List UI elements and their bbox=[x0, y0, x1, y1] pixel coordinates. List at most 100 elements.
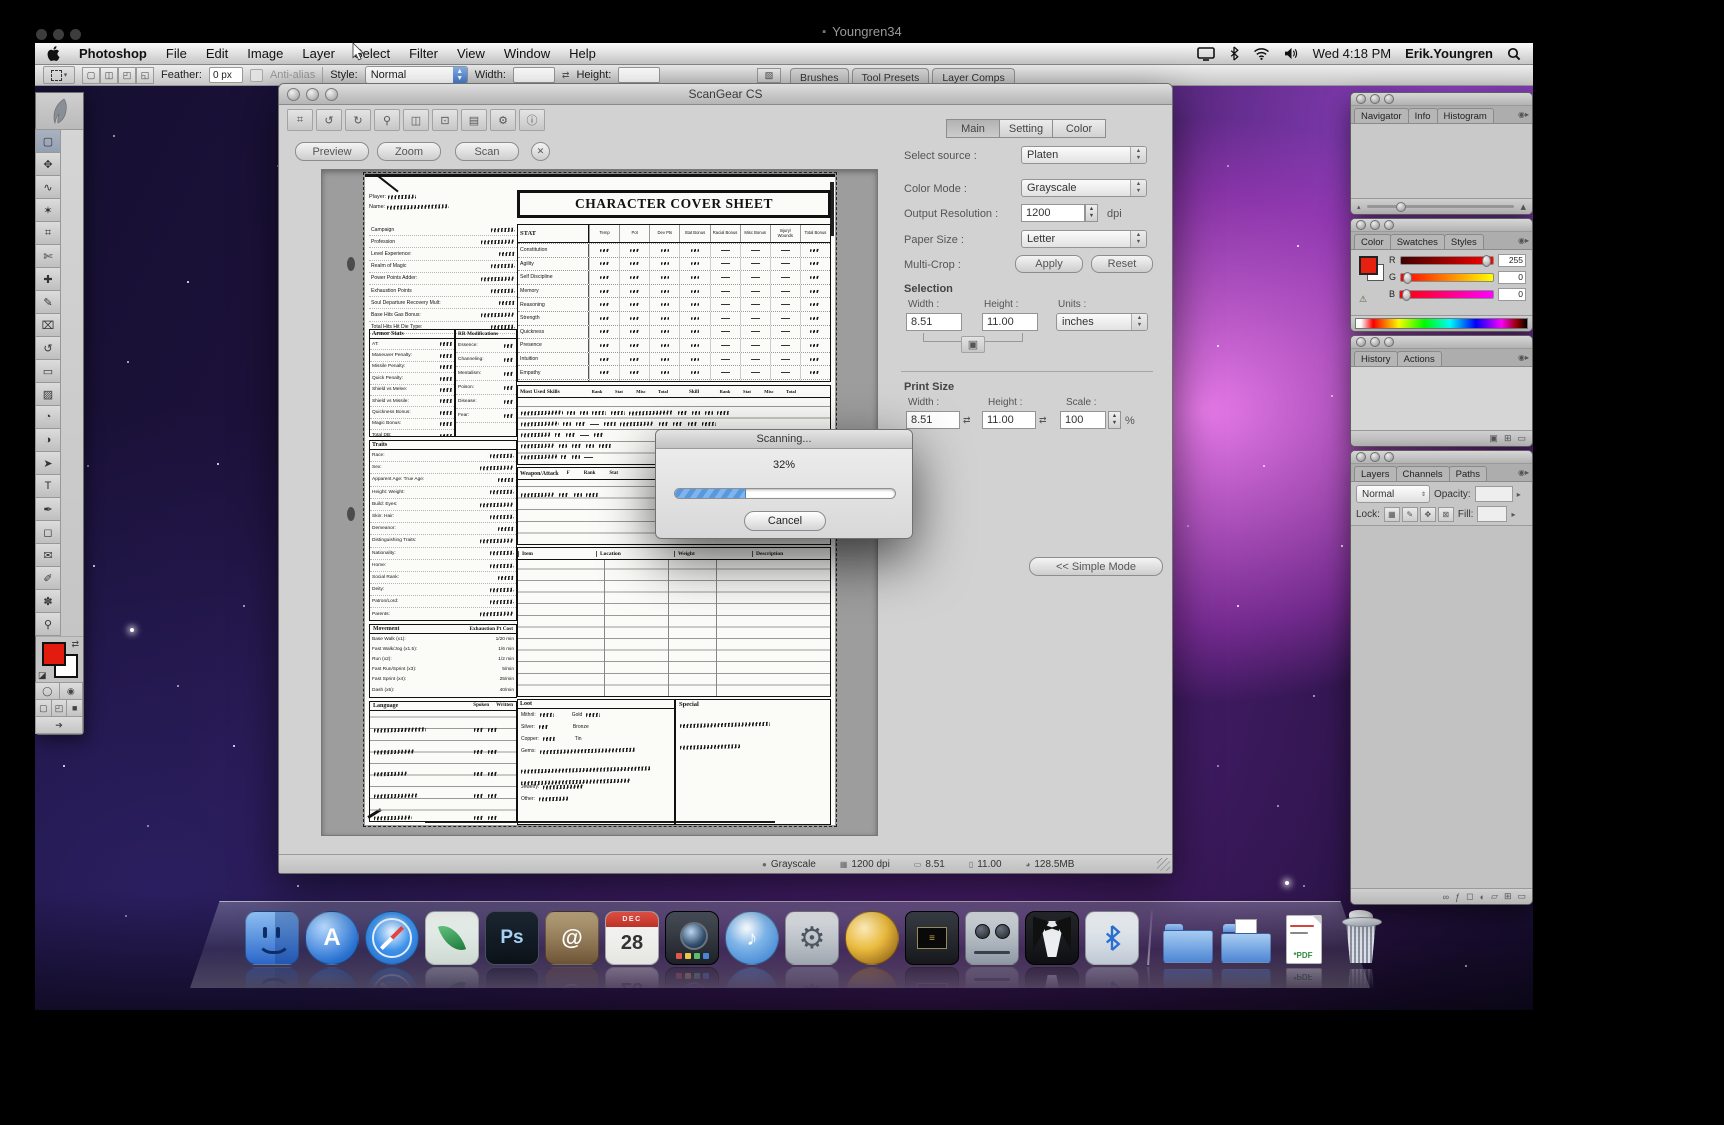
palette-minimize-icon[interactable] bbox=[1370, 337, 1380, 347]
blur-tool[interactable]: ◔ bbox=[35, 405, 61, 429]
leaf-editor-dock-icon[interactable] bbox=[425, 911, 479, 965]
opacity-field[interactable] bbox=[1474, 486, 1513, 502]
red-value[interactable]: 255 bbox=[1498, 253, 1526, 267]
palette-tab[interactable]: Layers bbox=[1354, 466, 1397, 481]
color-mode-dropdown[interactable]: Grayscale ▲ ▼ bbox=[1021, 179, 1147, 197]
scangear-tab[interactable]: Color bbox=[1052, 119, 1106, 138]
zoom-button[interactable]: Zoom bbox=[377, 142, 441, 161]
toolbox-header[interactable] bbox=[36, 93, 83, 130]
print-scale-input[interactable]: 100 bbox=[1060, 411, 1106, 429]
standard-mode-button[interactable]: ◯ bbox=[35, 682, 60, 700]
volume-menu-icon[interactable] bbox=[1284, 47, 1299, 60]
app-store-dock-icon[interactable]: A bbox=[305, 911, 359, 965]
scangear-tab[interactable]: Setting bbox=[999, 119, 1053, 138]
lock-transparency-icon[interactable]: ▦ bbox=[1383, 506, 1400, 522]
selection-height-input[interactable]: 11.00 bbox=[982, 313, 1038, 331]
folder-dock-icon[interactable] bbox=[1161, 913, 1213, 965]
palette-zoom-icon[interactable] bbox=[1384, 94, 1394, 104]
palette-tab[interactable]: Color bbox=[1354, 234, 1391, 249]
delete-state-icon[interactable]: ▭ bbox=[1517, 433, 1526, 444]
palette-tab[interactable]: Histogram bbox=[1436, 108, 1494, 123]
dodge-tool[interactable]: ◑ bbox=[35, 428, 61, 452]
new-layer-icon[interactable]: ⊞ bbox=[1504, 891, 1512, 902]
palette-tab[interactable]: History bbox=[1354, 351, 1398, 366]
zoom-in-mountain-icon[interactable]: ▴ bbox=[1520, 200, 1526, 213]
new-selection-icon[interactable]: ▢ bbox=[82, 66, 100, 84]
navigator-proxy-area[interactable] bbox=[1351, 124, 1532, 198]
eraser-tool[interactable]: ▭ bbox=[35, 359, 61, 383]
ical-dock-icon[interactable]: DEC 28 bbox=[605, 911, 659, 965]
healing-brush-tool[interactable]: ✚ bbox=[35, 267, 61, 291]
palette-menu-icon[interactable]: ◉▸ bbox=[1518, 353, 1529, 362]
cancel-scan-icon[interactable]: ✕ bbox=[531, 142, 550, 161]
palette-menu-icon[interactable]: ◉▸ bbox=[1518, 236, 1529, 245]
ruler-icon[interactable]: ▤ bbox=[461, 109, 487, 131]
palette-menu-icon[interactable]: ◉▸ bbox=[1518, 110, 1529, 119]
photoshop-dock-icon[interactable]: Ps bbox=[485, 911, 539, 965]
resolution-stepper[interactable]: ▲ ▼ bbox=[1085, 204, 1098, 222]
jump-to-imageready-button[interactable]: ➔ bbox=[35, 716, 83, 734]
quick-mask-mode-button[interactable]: ◉ bbox=[58, 682, 83, 700]
pdf-document-dock-icon[interactable]: *PDF bbox=[1277, 913, 1329, 965]
link-layers-icon[interactable]: ∞ bbox=[1443, 892, 1449, 902]
zoom-tool[interactable]: ⚲ bbox=[35, 612, 61, 636]
zoom-slider-thumb[interactable] bbox=[1396, 202, 1407, 212]
layer-mask-icon[interactable]: ◻ bbox=[1466, 891, 1473, 902]
lock-pixels-icon[interactable]: ✎ bbox=[1401, 506, 1418, 522]
blue-value[interactable]: 0 bbox=[1498, 287, 1526, 301]
zoom-slider[interactable] bbox=[1366, 202, 1515, 212]
window-close-icon[interactable] bbox=[287, 87, 300, 101]
standard-screen-button[interactable]: ▢ bbox=[35, 699, 52, 717]
width-input[interactable] bbox=[512, 67, 555, 83]
window-minimize-icon[interactable] bbox=[306, 87, 319, 101]
new-snapshot-icon[interactable]: ⊞ bbox=[1504, 433, 1512, 444]
palette-titlebar[interactable] bbox=[1351, 336, 1532, 349]
default-colors-icon[interactable]: ◪ bbox=[38, 670, 47, 681]
history-brush-tool[interactable]: ↺ bbox=[35, 336, 61, 360]
apply-button[interactable]: Apply bbox=[1015, 255, 1083, 273]
itunes-dock-icon[interactable]: ♪ bbox=[725, 911, 779, 965]
print-height-input[interactable]: 11.00 bbox=[982, 411, 1036, 429]
subtract-selection-icon[interactable]: ◰ bbox=[118, 66, 136, 84]
spotlight-icon[interactable] bbox=[1507, 47, 1521, 61]
window-zoom-icon[interactable] bbox=[325, 87, 338, 101]
blue-slider[interactable] bbox=[1399, 288, 1494, 301]
palette-tab[interactable]: Channels bbox=[1395, 466, 1450, 481]
fit-view-icon[interactable]: ⊡ bbox=[432, 109, 458, 131]
green-slider-thumb[interactable] bbox=[1402, 271, 1412, 284]
system-preferences-dock-icon[interactable]: ⚙ bbox=[785, 911, 839, 965]
palette-close-icon[interactable] bbox=[1356, 337, 1366, 347]
clone-stamp-tool[interactable]: ⌧ bbox=[35, 313, 61, 337]
lasso-tool[interactable]: ∿ bbox=[35, 175, 61, 199]
link-dimensions-button[interactable]: ▣ bbox=[961, 336, 985, 353]
simple-mode-button[interactable]: << Simple Mode bbox=[1029, 557, 1163, 576]
tool-preset-picker[interactable]: ▾ bbox=[43, 66, 75, 84]
blue-slider-thumb[interactable] bbox=[1401, 288, 1411, 301]
menu-item[interactable]: Layer bbox=[302, 46, 335, 61]
layer-style-icon[interactable]: ƒ bbox=[1455, 892, 1460, 902]
tuxedo-app-dock-icon[interactable] bbox=[1025, 911, 1079, 965]
mirror-icon[interactable]: ◫ bbox=[403, 109, 429, 131]
menu-item[interactable]: Image bbox=[247, 46, 283, 61]
file-browser-button[interactable]: ▧ bbox=[757, 68, 781, 83]
fill-arrow-icon[interactable]: ▸ bbox=[1511, 510, 1515, 519]
scangear-tab[interactable]: Main bbox=[946, 119, 1000, 138]
adjustment-layer-icon[interactable]: ◐ bbox=[1480, 892, 1485, 902]
blend-mode-dropdown[interactable]: Normal ⇕ bbox=[1356, 485, 1430, 503]
magic-wand-tool[interactable]: ✶ bbox=[35, 198, 61, 222]
zoom-out-mountain-icon[interactable]: ▴ bbox=[1357, 203, 1361, 211]
rectangular-marquee-tool[interactable]: ▢ bbox=[35, 129, 61, 153]
wifi-menu-icon[interactable] bbox=[1253, 47, 1270, 60]
palette-tab[interactable]: Actions bbox=[1396, 351, 1442, 366]
cancel-button[interactable]: Cancel bbox=[744, 511, 826, 531]
lock-position-icon[interactable]: ✥ bbox=[1419, 506, 1436, 522]
menu-clock[interactable]: Wed 4:18 PM bbox=[1313, 46, 1392, 61]
palette-tab[interactable]: Navigator bbox=[1354, 108, 1409, 123]
palette-titlebar[interactable] bbox=[1351, 219, 1532, 232]
menu-user[interactable]: Erik.Youngren bbox=[1405, 46, 1493, 61]
palette-zoom-icon[interactable] bbox=[1384, 337, 1394, 347]
print-width-input[interactable]: 8.51 bbox=[906, 411, 960, 429]
crop-icon[interactable]: ⌗ bbox=[287, 109, 313, 131]
add-selection-icon[interactable]: ◫ bbox=[100, 66, 118, 84]
palette-titlebar[interactable] bbox=[1351, 451, 1532, 464]
